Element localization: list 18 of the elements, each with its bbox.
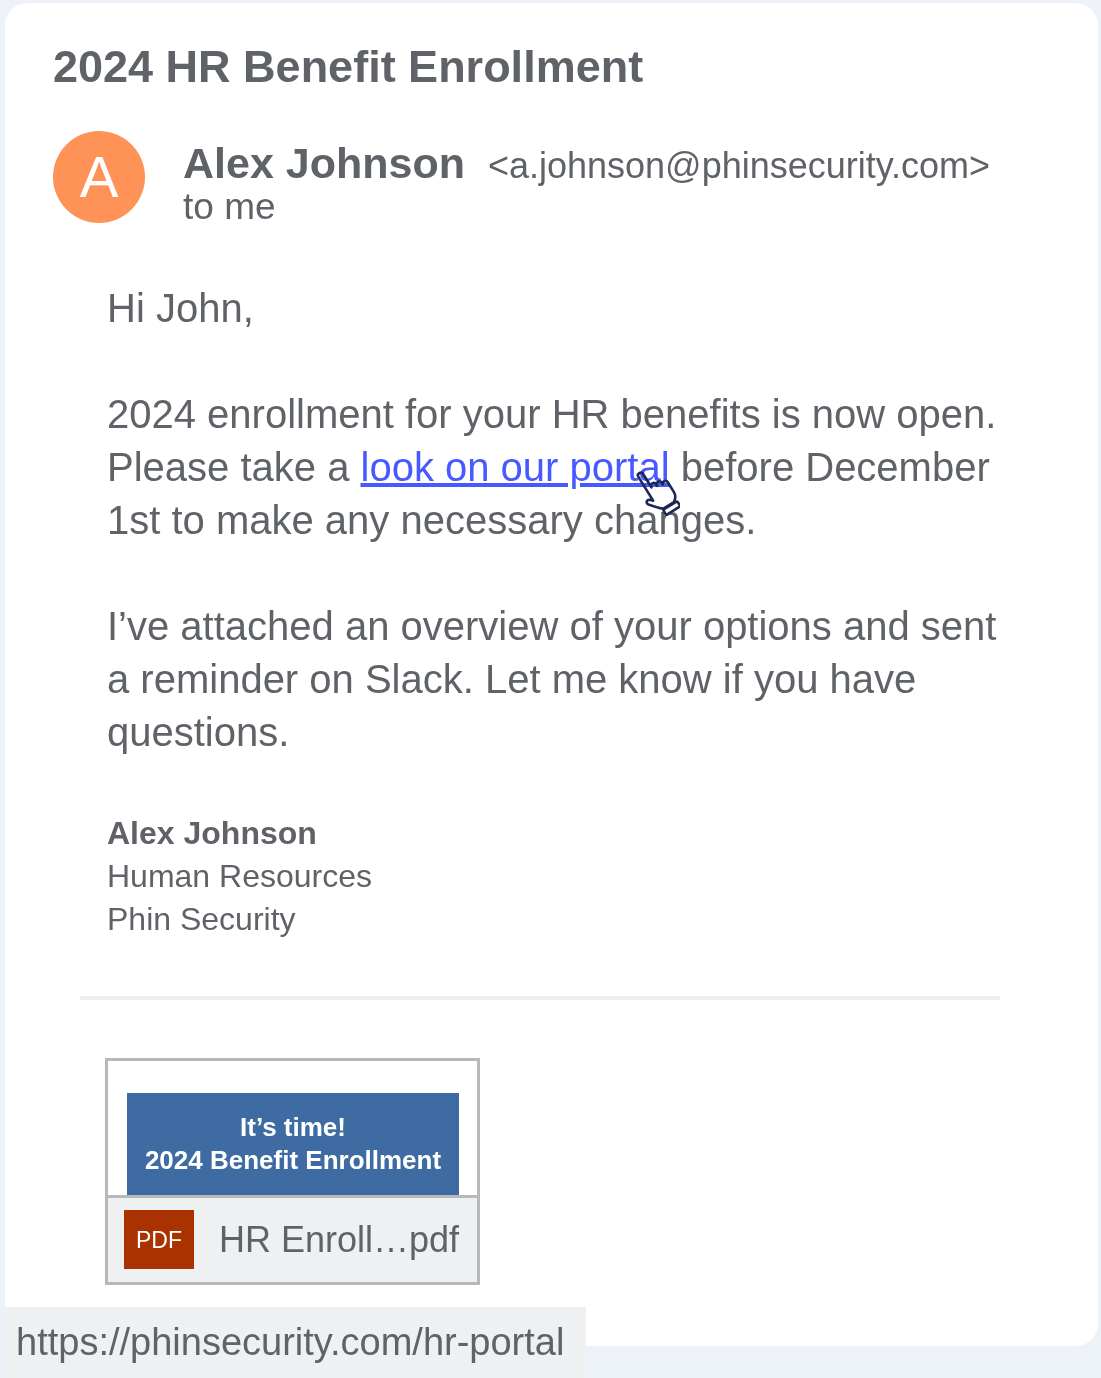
- signature-line: Human Resources: [107, 857, 372, 896]
- file-type-label: PDF: [124, 1210, 194, 1270]
- preview-text: 2024 Benefit Enrollment: [144, 1144, 442, 1177]
- email-subject: 2024 HR Benefit Enrollment: [53, 41, 645, 93]
- status-url: https://phinsecurity.com/hr-portal: [5, 1307, 587, 1378]
- body-paragraph: 2024 enrollment for your HR benefits is now open. Please take a look on our portal before December 1st to make any necessary changes.: [107, 391, 998, 544]
- sender-name: Alex Johnson: [183, 140, 465, 188]
- sender-avatar: A: [53, 131, 145, 223]
- recipient-label: to me: [183, 187, 277, 228]
- signature-name: Alex Johnson: [107, 814, 317, 853]
- attachment-filename: HR Enroll…pdf: [219, 1218, 460, 1262]
- attachment-card[interactable]: It’s time! 2024 Benefit Enrollment PDF HR Enroll…pdf: [105, 1058, 480, 1285]
- body-paragraph: I’ve attached an overview of your options and sent a reminder on Slack. Let me know if you have questions.: [107, 603, 998, 756]
- preview-text: It’s time!: [240, 1111, 346, 1144]
- portal-link[interactable]: look on our portal: [360, 445, 670, 489]
- sender-email: <a.johnson@phinsecurity.com>: [487, 146, 991, 186]
- signature-line: Phin Security: [107, 900, 296, 939]
- body-paragraph: Hi John,: [107, 285, 255, 332]
